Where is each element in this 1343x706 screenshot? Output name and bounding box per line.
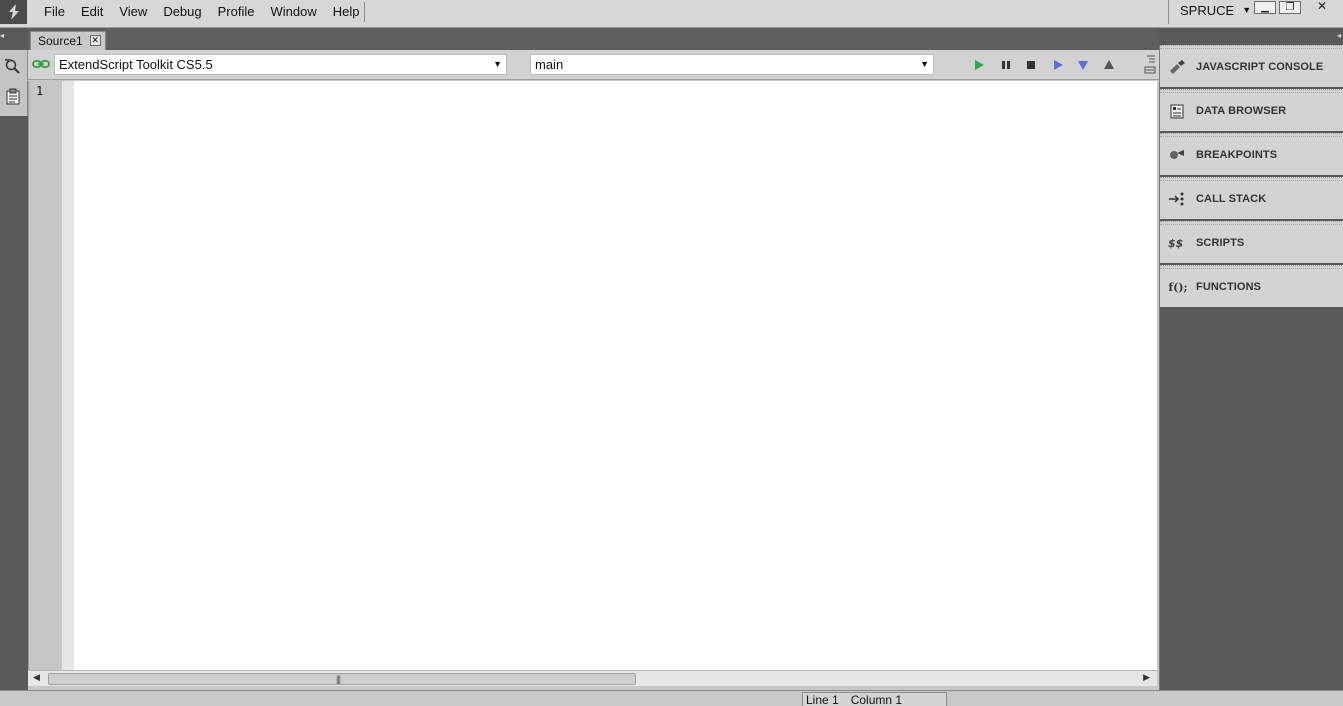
panel-label: CALL STACK <box>1196 193 1267 205</box>
horizontal-scrollbar[interactable]: ◀ ||| ▶ <box>28 670 1157 686</box>
target-application-select[interactable]: ExtendScript Toolkit CS5.5 ▼ <box>54 54 507 75</box>
code-editor[interactable]: 1 <box>28 81 1157 670</box>
menu-profile[interactable]: Profile <box>210 0 263 24</box>
panel-grip <box>1160 222 1343 225</box>
menu-help[interactable]: Help <box>325 0 368 24</box>
chevron-down-icon: ▼ <box>920 59 929 69</box>
menu-separator <box>364 2 365 22</box>
fold-margin <box>62 81 74 670</box>
status-line: Line 1 <box>806 693 839 706</box>
app-logo-icon <box>0 0 27 24</box>
close-icon[interactable]: ✕ <box>89 35 101 46</box>
data-browser-icon <box>1168 103 1186 119</box>
statusbar: Line 1 Column 1 <box>0 690 1343 706</box>
breakpoints-icon <box>1168 147 1186 163</box>
line-number: 1 <box>36 84 44 98</box>
stop-icon[interactable] <box>1021 56 1041 74</box>
panel-functions[interactable]: f(); FUNCTIONS <box>1160 265 1343 307</box>
panel-label: FUNCTIONS <box>1196 281 1262 293</box>
chevron-down-icon: ▼ <box>493 59 502 69</box>
scroll-right-icon[interactable]: ▶ <box>1143 672 1150 683</box>
panel-data-browser[interactable]: DATA BROWSER <box>1160 89 1343 131</box>
document-area: Source1 ✕ ExtendScript Toolkit CS5.5 ▼ m… <box>28 28 1159 690</box>
grip-icon: ||| <box>336 674 341 684</box>
workspace-separator <box>1168 0 1169 24</box>
panel-breakpoints[interactable]: BREAKPOINTS <box>1160 133 1343 175</box>
right-panel-dock: JAVASCRIPT CONSOLE DATA BROWSER BREAKPOI… <box>1159 45 1343 690</box>
menu-window[interactable]: Window <box>262 0 324 24</box>
panel-scripts[interactable]: $$ SCRIPTS <box>1160 221 1343 263</box>
target-application-value: ExtendScript Toolkit CS5.5 <box>59 57 213 72</box>
document-toolbar: ExtendScript Toolkit CS5.5 ▼ main ▼ <box>28 50 1159 80</box>
panel-label: SCRIPTS <box>1196 237 1245 249</box>
chevron-down-icon: ▼ <box>1242 5 1252 15</box>
minimize-button[interactable]: ▁ <box>1254 1 1276 14</box>
restore-button[interactable]: ❐ <box>1279 1 1301 14</box>
clipboard-icon[interactable] <box>2 86 24 108</box>
console-icon <box>1168 59 1186 75</box>
panel-grip <box>1160 178 1343 181</box>
functions-icon: f(); <box>1168 280 1188 294</box>
document-tabbar: Source1 ✕ <box>28 28 1159 50</box>
menu-view[interactable]: View <box>111 0 155 24</box>
engine-value: main <box>535 57 564 72</box>
left-toolbar <box>0 50 28 116</box>
panel-label: BREAKPOINTS <box>1196 149 1278 161</box>
scroll-left-icon[interactable]: ◀ <box>33 672 40 683</box>
panel-grip <box>1160 46 1343 49</box>
tab-label: Source1 <box>38 34 83 48</box>
step-out-icon[interactable] <box>1099 56 1119 74</box>
step-over-icon[interactable] <box>1048 56 1068 74</box>
menu-file[interactable]: File <box>36 0 73 24</box>
panel-menu-icon[interactable] <box>1141 53 1157 75</box>
menu-edit[interactable]: Edit <box>73 0 111 24</box>
panel-call-stack[interactable]: CALL STACK <box>1160 177 1343 219</box>
close-window-button[interactable]: ✕ <box>1311 0 1333 14</box>
tab-source1[interactable]: Source1 ✕ <box>30 31 106 50</box>
menu-debug[interactable]: Debug <box>155 0 209 24</box>
panel-label: JAVASCRIPT CONSOLE <box>1196 61 1324 73</box>
step-into-icon[interactable] <box>1073 56 1093 74</box>
scripts-icon: $$ <box>1168 235 1186 251</box>
cursor-position: Line 1 Column 1 <box>802 692 947 706</box>
panel-grip <box>1160 134 1343 137</box>
collapse-left-icon[interactable]: ◂ <box>0 31 4 40</box>
panel-grip <box>1160 266 1343 269</box>
call-stack-icon <box>1168 191 1186 207</box>
workspace-switcher[interactable]: SPRUCE ▼ <box>1180 0 1251 20</box>
panel-javascript-console[interactable]: JAVASCRIPT CONSOLE <box>1160 45 1343 87</box>
svg-text:$$: $$ <box>1168 237 1183 250</box>
workspace-label: SPRUCE <box>1180 2 1235 18</box>
scrollbar-thumb[interactable]: ||| <box>48 673 636 685</box>
menubar: File Edit View Debug Profile Window Help… <box>0 0 1343 28</box>
line-number-gutter: 1 <box>29 81 62 670</box>
link-icon[interactable] <box>32 58 50 70</box>
play-icon[interactable] <box>969 56 989 74</box>
find-icon[interactable] <box>2 55 24 77</box>
panel-grip <box>1160 90 1343 93</box>
panel-label: DATA BROWSER <box>1196 105 1287 117</box>
menu-list: File Edit View Debug Profile Window Help <box>36 0 367 24</box>
collapse-right-icon[interactable]: ◂ <box>1337 31 1341 40</box>
pause-icon[interactable] <box>996 56 1016 74</box>
engine-select[interactable]: main ▼ <box>530 54 934 75</box>
status-column: Column 1 <box>850 693 903 706</box>
